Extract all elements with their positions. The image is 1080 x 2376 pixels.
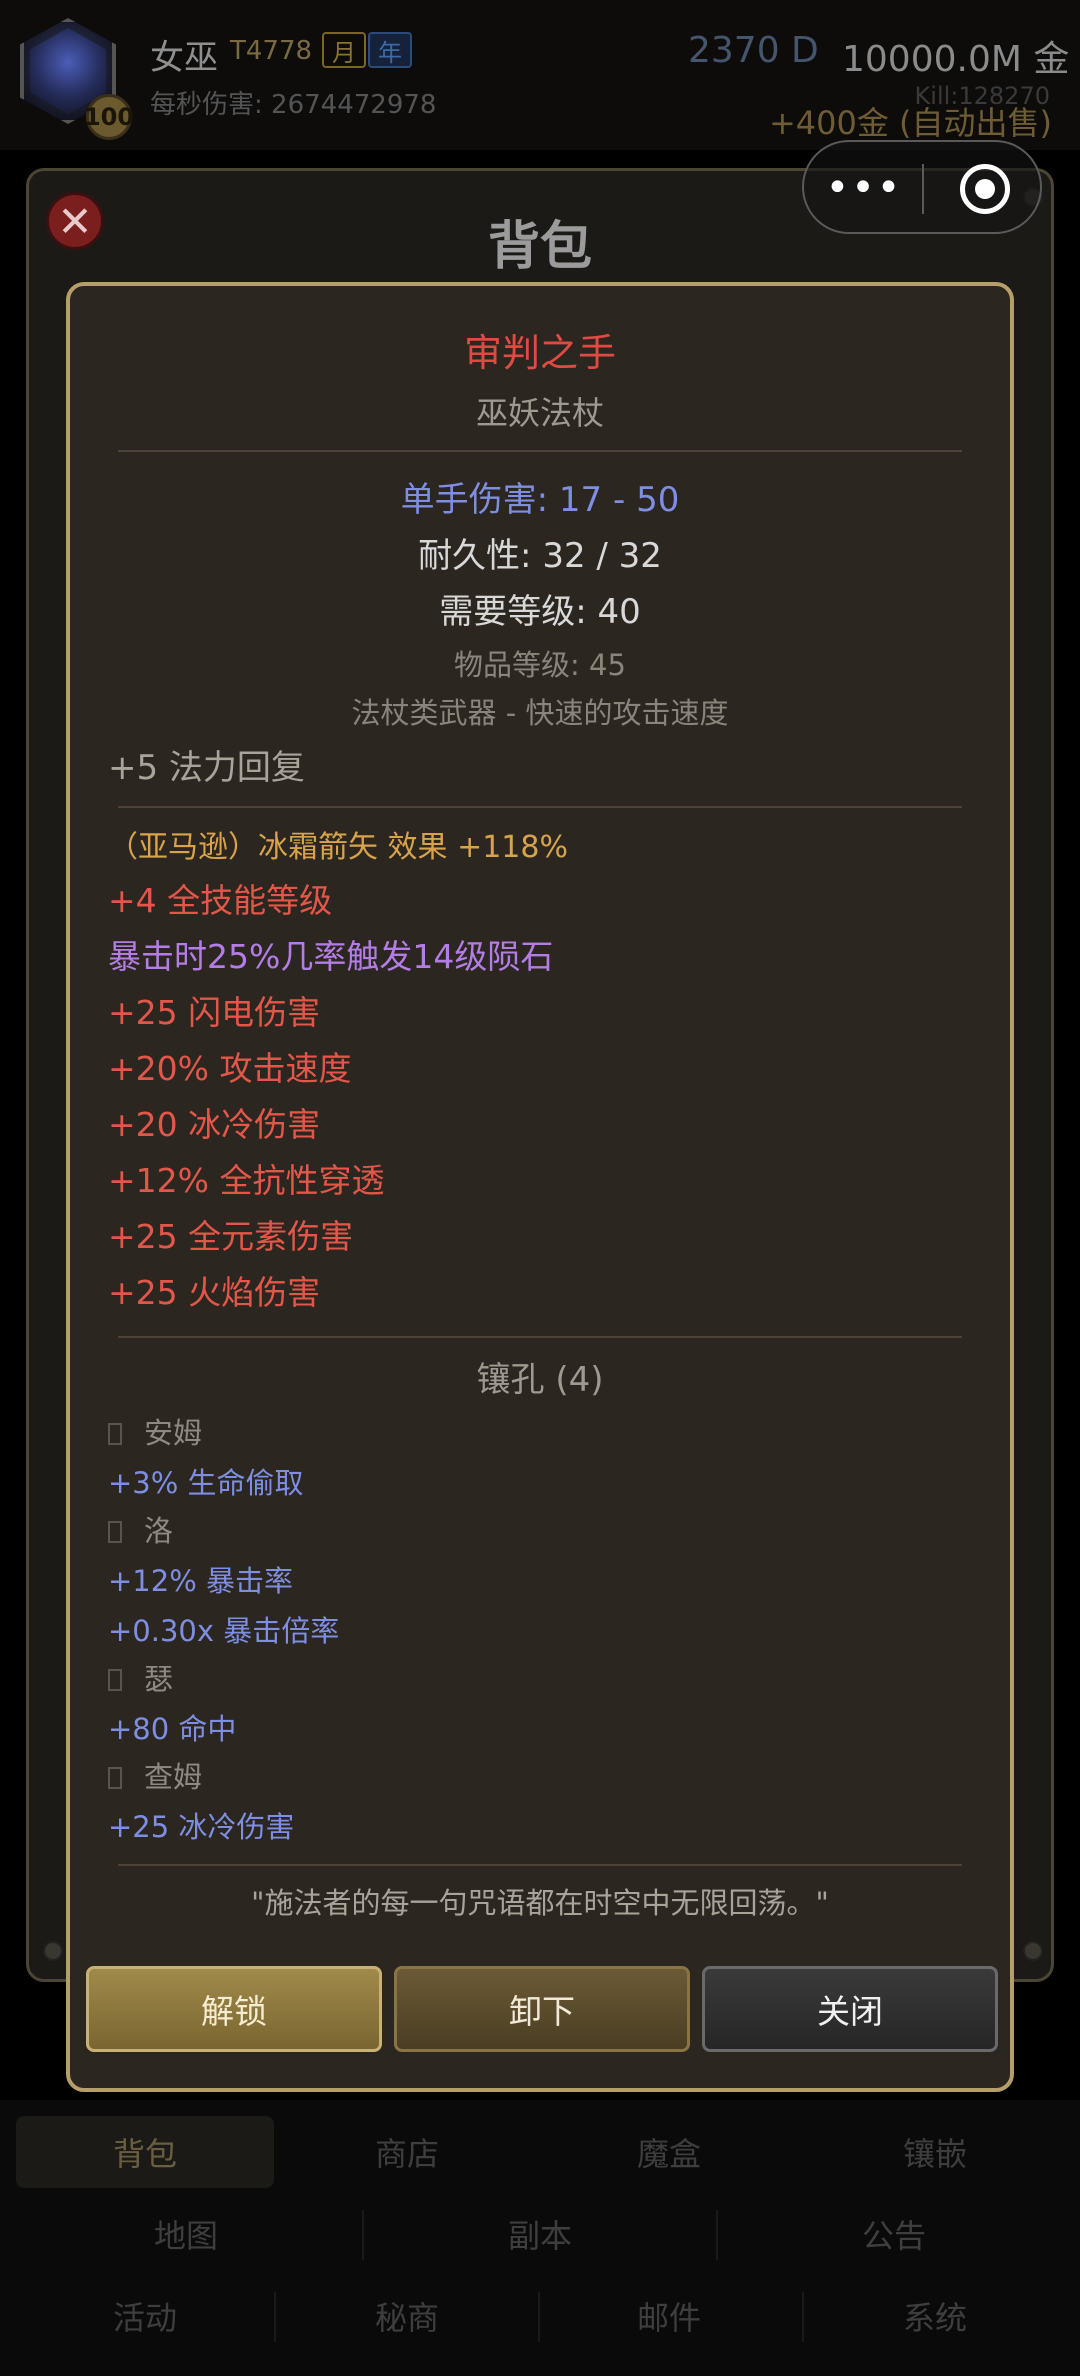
nav-secret-shop[interactable]: 秘商 (278, 2280, 536, 2352)
affix-line: +25 闪电伤害 (108, 993, 321, 1032)
nav-separator (802, 2292, 804, 2342)
nav-events[interactable]: 活动 (16, 2280, 274, 2352)
item-base-type: 巫妖法杖 (475, 394, 604, 432)
nav-announcement[interactable]: 公告 (724, 2198, 1064, 2270)
affix-line: +25 火焰伤害 (108, 1273, 321, 1312)
item-level: 物品等级: 45 (454, 648, 626, 682)
rune-line: 瑟 (108, 1656, 1048, 1698)
panel-rivet (43, 1941, 63, 1961)
panel-rivet (1023, 1941, 1043, 1961)
rune-line: 安姆 (108, 1410, 1048, 1452)
rune-line: 查姆 (108, 1754, 1048, 1796)
rune-icon (108, 1521, 122, 1543)
dps-readout: 每秒伤害: 2674472978 (150, 90, 437, 120)
nav-cube[interactable]: 魔盒 (540, 2116, 798, 2188)
auto-sell-notice: +400金 (自动出售) (768, 104, 1052, 142)
divider (118, 1336, 962, 1338)
nav-shop[interactable]: 商店 (278, 2116, 536, 2188)
monthly-card-tag[interactable]: 月 (322, 32, 366, 68)
hero-avatar[interactable]: 100 (16, 14, 134, 140)
rune-name: 安姆 (144, 1416, 203, 1450)
item-name: 审判之手 (463, 331, 616, 375)
rune-icon (108, 1767, 122, 1789)
rune-stat: +12% 暴击率 (108, 1564, 293, 1598)
nav-separator (716, 2210, 718, 2260)
divider (118, 806, 962, 808)
damage-stat: 单手伤害: 17 - 50 (400, 480, 680, 520)
affix-line: +12% 全抗性穿透 (108, 1161, 385, 1200)
affix-line: （亚马逊）冰霜箭矢 效果 +118% (108, 830, 568, 865)
required-level: 需要等级: 40 (439, 592, 641, 632)
top-hud: 100 女巫 T4778 月 年 每秒伤害: 2674472978 2370 D… (0, 0, 1080, 150)
yearly-card-tag[interactable]: 年 (368, 32, 412, 68)
more-icon[interactable]: ••• (826, 165, 901, 211)
flavor-text: "施法者的每一句咒语都在时空中无限回荡。" (251, 1886, 829, 1920)
rune-stat: +0.30x 暴击倍率 (108, 1614, 340, 1648)
affix-line: 暴击时25%几率触发14级陨石 (108, 937, 554, 976)
rune-icon (108, 1423, 122, 1445)
unlock-button[interactable]: 解锁 (86, 1966, 382, 2052)
rune-icon (108, 1669, 122, 1691)
nav-map[interactable]: 地图 (16, 2198, 356, 2270)
close-button[interactable]: 关闭 (702, 1966, 998, 2052)
rune-name: 洛 (144, 1514, 174, 1548)
rune-stat: +80 命中 (108, 1712, 237, 1746)
hero-name: 女巫 (150, 38, 218, 78)
rune-stat: +25 冰冷伤害 (108, 1810, 295, 1844)
rune-name: 瑟 (144, 1662, 174, 1696)
affix-line: +20% 攻击速度 (108, 1049, 352, 1088)
affix-line: +4 全技能等级 (108, 881, 333, 920)
nav-system[interactable]: 系统 (806, 2280, 1064, 2352)
rune-name: 查姆 (144, 1760, 203, 1794)
level-badge: 100 (84, 94, 134, 140)
nav-dungeon[interactable]: 副本 (370, 2198, 710, 2270)
capsule-divider (922, 164, 924, 214)
divider (118, 1864, 962, 1866)
nav-socketing[interactable]: 镶嵌 (806, 2116, 1064, 2188)
nav-backpack[interactable]: 背包 (16, 2116, 274, 2188)
rune-stat: +3% 生命偷取 (108, 1466, 304, 1500)
nav-mail[interactable]: 邮件 (540, 2280, 798, 2352)
miniprogram-capsule: ••• (802, 140, 1042, 234)
unequip-button[interactable]: 卸下 (394, 1966, 690, 2052)
bottom-nav: 背包 商店 魔盒 镶嵌 地图 副本 公告 活动 秘商 邮件 系统 (0, 2100, 1080, 2376)
item-detail-card: 审判之手 巫妖法杖 单手伤害: 17 - 50 耐久性: 32 / 32 需要等… (66, 282, 1014, 2092)
socket-title: 镶孔 (4) (476, 1360, 604, 1400)
gold-count: 10000.0M 金 (842, 39, 1070, 80)
hero-id: T4778 (230, 36, 313, 66)
affix-line: +20 冰冷伤害 (108, 1105, 321, 1144)
implicit-mod: +5 法力回复 (108, 748, 305, 788)
rune-line: 洛 (108, 1508, 1048, 1550)
nav-separator (274, 2292, 276, 2342)
affix-line: +25 全元素伤害 (108, 1217, 354, 1256)
durability-stat: 耐久性: 32 / 32 (418, 536, 662, 576)
nav-separator (362, 2210, 364, 2260)
weapon-class: 法杖类武器 - 快速的攻击速度 (351, 696, 729, 730)
exit-miniprogram-icon[interactable] (960, 164, 1010, 214)
diamond-count: 2370 D (688, 30, 819, 71)
divider (118, 450, 962, 452)
